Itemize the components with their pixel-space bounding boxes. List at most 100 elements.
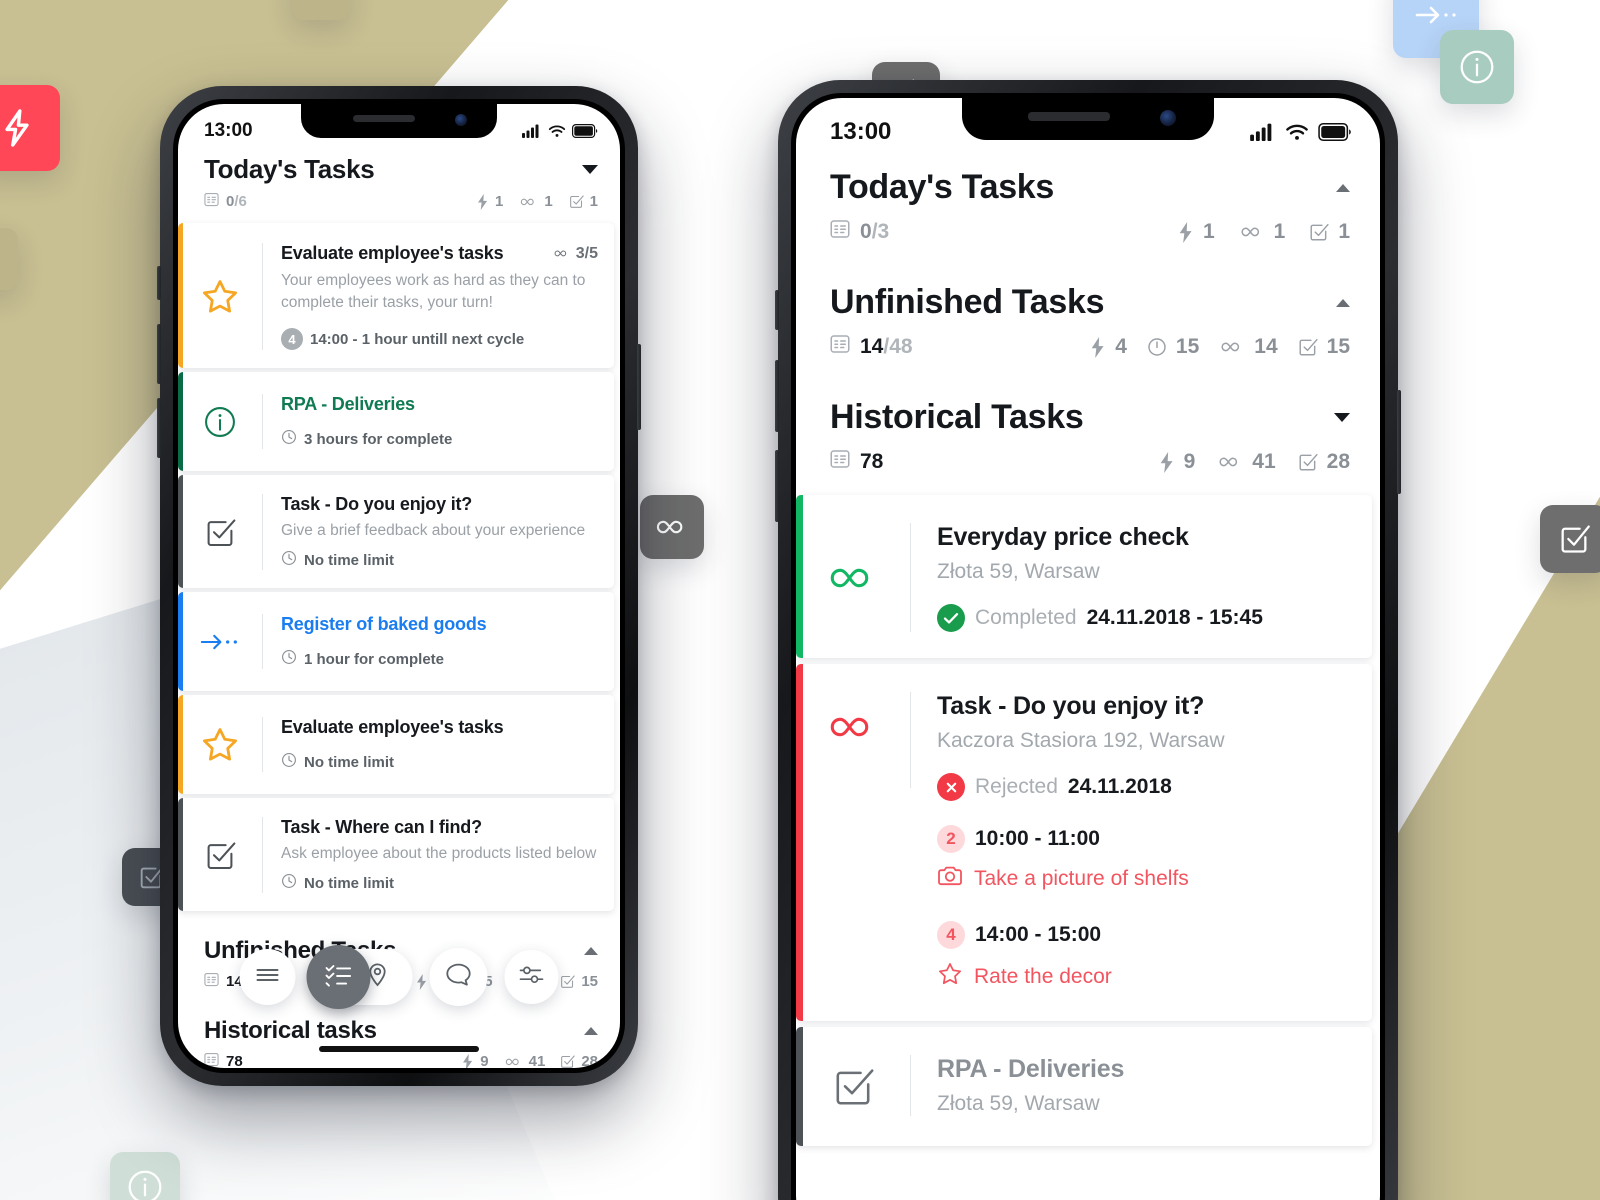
- chevron-down-icon[interactable]: [1334, 413, 1350, 422]
- status-label: Completed: [975, 606, 1077, 629]
- check-circle-icon: [937, 604, 965, 632]
- counter-clock: 15: [1147, 335, 1199, 359]
- task-card[interactable]: Task - Where can I find? Ask employee ab…: [178, 798, 614, 911]
- task-card[interactable]: Task - Do you enjoy it? Give a brief fee…: [178, 475, 614, 588]
- history-card[interactable]: Everyday price check Złota 59, Warsaw Co…: [796, 495, 1372, 658]
- side-button-mute[interactable]: [775, 290, 779, 330]
- star-icon: [178, 243, 262, 350]
- star-icon: [178, 717, 262, 772]
- counter-infinity: 1: [519, 193, 553, 210]
- counter-value: 9: [1183, 450, 1196, 473]
- status-icons: [522, 124, 598, 138]
- tasklist-icon: [830, 449, 850, 475]
- chevron-down-icon[interactable]: [582, 165, 598, 174]
- section-counters: 1 1 1: [476, 193, 598, 210]
- checkbox-icon: [1557, 522, 1591, 556]
- counter-lightning: 1: [1177, 220, 1215, 244]
- counter-checkbox: 1: [1309, 220, 1350, 244]
- counter-value: 28: [1326, 450, 1350, 473]
- progress-done: 14: [860, 335, 884, 358]
- section-todays-tasks-left[interactable]: Today's Tasks 0/6 1 1 1: [178, 142, 620, 211]
- section-todays-tasks-right[interactable]: Today's Tasks 0/3 1 1 1: [796, 146, 1380, 245]
- chevron-up-icon[interactable]: [584, 1027, 598, 1035]
- counter-checkbox: 15: [560, 973, 598, 990]
- status-value: 24.11.2018 - 15:45: [1086, 606, 1263, 629]
- side-button-volume-down[interactable]: [775, 450, 779, 522]
- task-meta: 3/5: [553, 245, 598, 263]
- step-action[interactable]: Rate the decor: [937, 961, 1352, 993]
- progress-total: /48: [883, 335, 913, 358]
- status-time: 13:00: [830, 118, 892, 145]
- counter-infinity: 41: [504, 1053, 546, 1068]
- counter-value: 15: [581, 973, 598, 990]
- task-card[interactable]: Evaluate employee's tasks 3/5 Your emplo…: [178, 223, 614, 368]
- task-title: Task - Where can I find?: [281, 817, 482, 837]
- counter-value: 41: [528, 1053, 546, 1068]
- counter-value: 15: [1175, 335, 1200, 358]
- hamburger-icon: [256, 967, 280, 988]
- tasks-tab-active[interactable]: [306, 945, 371, 1009]
- task-schedule: 14:00 - 1 hour untill next cycle: [310, 330, 525, 348]
- task-card[interactable]: Register of baked goods 1 hour for compl…: [178, 592, 614, 691]
- chevron-up-icon[interactable]: [1336, 298, 1350, 307]
- step-number-badge: 4: [281, 328, 303, 350]
- section-historical-tasks-right[interactable]: Historical Tasks 78 9 41 28: [796, 360, 1380, 475]
- task-stripe: [178, 798, 183, 911]
- menu-button[interactable]: [239, 949, 296, 1005]
- history-card[interactable]: RPA - Deliveries Złota 59, Warsaw: [796, 1027, 1372, 1146]
- task-title: Everyday price check: [937, 523, 1189, 551]
- task-address: Złota 59, Warsaw: [937, 560, 1100, 583]
- wifi-icon: [1285, 123, 1309, 141]
- side-button-mute[interactable]: [157, 266, 161, 300]
- info-icon: [178, 394, 262, 449]
- step-action-label: Rate the decor: [974, 965, 1112, 988]
- battery-icon: [572, 124, 598, 138]
- bottom-navigation[interactable]: [239, 945, 559, 1009]
- phone-left: 13:00 Today's Tasks 0/6 1 1 1 Evaluate e…: [157, 86, 641, 1086]
- step-action[interactable]: Take a picture of shelfs: [937, 865, 1352, 893]
- tasks-map-toggle[interactable]: [306, 945, 413, 1009]
- lightning-icon: [0, 108, 34, 148]
- section-counters: 9 41 28: [1158, 450, 1350, 474]
- checkbox-icon: [796, 1055, 910, 1116]
- progress-done: 78: [860, 450, 884, 473]
- section-unfinished-tasks-right[interactable]: Unfinished Tasks 14/48 4 15 14 15: [796, 245, 1380, 360]
- progress-total: /6: [234, 193, 247, 210]
- status-time: 13:00: [204, 120, 253, 141]
- step-number-badge: 4: [937, 921, 965, 949]
- side-button-volume-up[interactable]: [157, 324, 161, 384]
- cellular-signal-icon: [522, 124, 542, 138]
- task-card[interactable]: RPA - Deliveries 3 hours for complete: [178, 372, 614, 471]
- history-card[interactable]: Task - Do you enjoy it? Kaczora Stasiora…: [796, 664, 1372, 1021]
- task-title: RPA - Deliveries: [937, 1055, 1125, 1083]
- side-button-volume-up[interactable]: [775, 360, 779, 432]
- counter-infinity: 14: [1219, 335, 1278, 359]
- task-card[interactable]: Evaluate employee's tasks No time limit: [178, 695, 614, 794]
- task-duration: 1 hour for complete: [304, 650, 445, 668]
- side-button-volume-down[interactable]: [157, 398, 161, 458]
- progress-stat: 78: [204, 1052, 243, 1068]
- counter-infinity: 41: [1217, 450, 1276, 474]
- progress-total: /3: [871, 220, 890, 243]
- chat-button[interactable]: [429, 948, 488, 1006]
- phone-right: 13:00 Today's Tasks 0/3 1 1 1 Unfinished…: [775, 80, 1401, 1200]
- task-duration: No time limit: [304, 753, 395, 771]
- counter-lightning: 4: [1089, 335, 1127, 359]
- counter-lightning: 9: [461, 1053, 489, 1068]
- side-button-power[interactable]: [1397, 390, 1401, 494]
- chevron-up-icon[interactable]: [584, 947, 598, 955]
- settings-button[interactable]: [504, 950, 559, 1004]
- task-status: Rejected 24.11.2018: [937, 773, 1352, 801]
- status-bar: 13:00: [178, 104, 620, 142]
- home-indicator: [319, 1046, 479, 1052]
- progress-stat: 0/3: [830, 219, 889, 245]
- tasklist-icon: [830, 334, 850, 360]
- chevron-up-icon[interactable]: [1336, 183, 1350, 192]
- tasklist-icon: [204, 972, 219, 991]
- task-description: Ask employee about the products listed b…: [281, 845, 597, 862]
- battery-icon: [1318, 123, 1352, 141]
- task-stripe: [178, 372, 183, 471]
- checkbox-icon: [178, 817, 262, 893]
- side-button-power[interactable]: [637, 344, 641, 430]
- clock-icon: [281, 873, 297, 893]
